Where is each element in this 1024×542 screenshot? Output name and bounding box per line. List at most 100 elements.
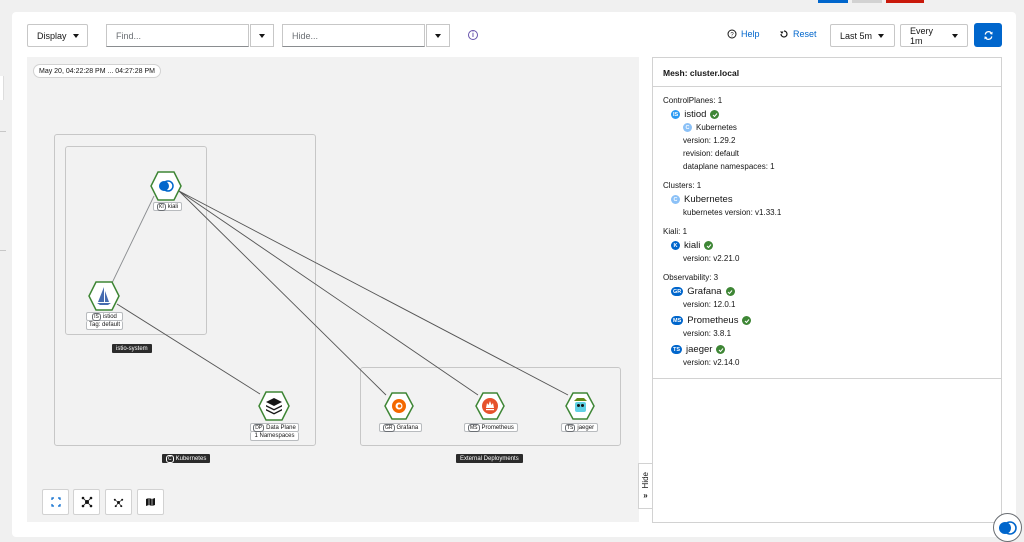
prometheus-node[interactable]	[475, 392, 505, 422]
dataplane-node-label: DP Data Plane	[250, 423, 299, 432]
cluster-badge: C	[683, 123, 692, 132]
hide-input[interactable]: Hide...	[282, 24, 425, 47]
control-plane-name: istiod	[684, 109, 707, 120]
istiod-badge: IS	[671, 110, 681, 119]
grafana-node-name: Grafana	[396, 424, 419, 431]
help-label: Help	[741, 29, 760, 39]
check-circle-icon	[725, 287, 735, 296]
kiali-chat-button[interactable]	[993, 513, 1022, 542]
grafana-name: Grafana	[687, 286, 722, 297]
kiali-badge: K	[671, 241, 680, 250]
kiali-node-name: kiali	[167, 203, 179, 210]
control-planes-header: ControlPlanes: 1	[663, 96, 723, 105]
kiali-version: version: v2.21.0	[683, 254, 740, 263]
chevron-down-icon	[72, 33, 79, 38]
check-circle-icon	[710, 110, 720, 119]
istiod-node[interactable]	[88, 281, 120, 313]
clusters-header: Clusters: 1	[663, 181, 702, 190]
edge-kiali-istiod	[111, 195, 155, 284]
istiod-node-name: istiod	[102, 313, 117, 320]
legend-button[interactable]	[137, 489, 164, 515]
duration-label: Last 5m	[840, 30, 873, 41]
undo-icon	[780, 30, 788, 38]
istio-system-label-text: istio-system	[116, 345, 148, 352]
grafana-icon	[384, 392, 414, 420]
chevron-down-icon	[952, 33, 958, 38]
jaeger-node-label: TS jaeger	[561, 423, 599, 432]
top-strip-red	[886, 0, 924, 3]
info-icon[interactable]: i	[468, 30, 478, 40]
control-plane-cluster-row: C Kubernetes	[683, 121, 991, 134]
kubernetes-box-label: C Kubernetes	[162, 454, 211, 463]
chevron-down-icon	[878, 33, 885, 38]
question-circle-icon: ?	[727, 29, 737, 39]
kiali-name: kiali	[684, 240, 701, 251]
hide-panel-label: Hide	[641, 471, 650, 489]
prometheus-node-label: MS Prometheus	[464, 423, 518, 432]
prometheus-badge: MS	[671, 316, 684, 325]
angle-double-right-icon: »	[643, 491, 648, 501]
external-deployments-label: External Deployments	[456, 454, 523, 463]
kubernetes-box-badge: C	[166, 454, 174, 463]
layers-icon	[258, 391, 290, 421]
kiali-node-badge: KI	[157, 202, 166, 211]
control-plane-namespaces: dataplane namespaces: 1	[683, 162, 775, 171]
display-label: Display	[37, 30, 67, 41]
hide-panel-tab[interactable]: Hide »	[638, 463, 652, 509]
observability-prometheus-row[interactable]: MS Prometheus	[671, 314, 991, 327]
observability-grafana-row[interactable]: GR Grafana	[671, 285, 991, 298]
kiali-node[interactable]	[150, 171, 182, 203]
edge-kiali-grafana	[178, 190, 387, 396]
refresh-interval-dropdown[interactable]: Every 1m	[900, 24, 968, 47]
prometheus-version: version: 3.8.1	[683, 329, 732, 338]
hide-options-button[interactable]	[426, 24, 450, 47]
control-plane-cluster: Kubernetes	[696, 123, 737, 132]
mesh-graph[interactable]: May 20, 04:22:28 PM ... 04:27:28 PM KI k…	[27, 57, 639, 522]
reset-label: Reset	[793, 29, 817, 39]
left-edge-tab[interactable]	[0, 76, 4, 100]
duration-dropdown[interactable]: Last 5m	[830, 24, 895, 47]
istiod-node-badge: IS	[92, 312, 101, 321]
check-circle-icon	[704, 241, 714, 250]
cluster-badge: C	[671, 195, 680, 204]
dataplane-node-sublabel: 1 Namespaces	[250, 432, 299, 441]
mesh-details-panel: Mesh: cluster.local ControlPlanes: 1 IS …	[652, 57, 1002, 523]
help-link[interactable]: ? Help	[727, 29, 760, 39]
kiali-row[interactable]: K kiali	[671, 239, 991, 252]
edge-kiali-jaeger	[178, 190, 569, 396]
observability-jaeger-row[interactable]: TS jaeger	[671, 343, 991, 356]
topology-icon	[81, 496, 92, 508]
prometheus-node-badge: MS	[468, 423, 480, 432]
top-strip-gray	[852, 0, 882, 3]
kiali-node-label: KI kiali	[153, 202, 183, 211]
jaeger-name: jaeger	[686, 344, 713, 355]
cluster-icon	[113, 498, 124, 507]
istio-system-label: istio-system	[112, 344, 152, 353]
dataplane-node[interactable]	[258, 391, 290, 423]
cluster-version: kubernetes version: v1.33.1	[683, 208, 782, 217]
external-deployments-label-text: External Deployments	[460, 455, 519, 462]
cluster-row[interactable]: C Kubernetes	[671, 193, 991, 206]
find-options-button[interactable]	[250, 24, 274, 47]
display-dropdown[interactable]: Display	[27, 24, 88, 47]
fit-to-screen-button[interactable]	[42, 489, 69, 515]
hexagon-istio-sail-icon	[88, 281, 120, 311]
refresh-button[interactable]	[974, 23, 1002, 47]
edge-kiali-prometheus	[178, 190, 479, 396]
cluster-name: Kubernetes	[684, 194, 733, 205]
reset-link[interactable]: Reset	[779, 29, 817, 39]
kubernetes-box-label-text: Kubernetes	[175, 455, 207, 462]
control-plane-row[interactable]: IS istiod	[671, 108, 991, 121]
top-strip	[0, 0, 1024, 12]
expand-icon	[50, 497, 61, 507]
jaeger-node[interactable]	[565, 392, 595, 422]
control-plane-version: version: 1.29.2	[683, 136, 736, 145]
jaeger-node-name: jaeger	[577, 424, 595, 431]
layout-alt-button[interactable]	[105, 489, 132, 515]
grafana-node[interactable]	[384, 392, 414, 422]
kiali-header: Kiali: 1	[663, 227, 688, 236]
prometheus-icon	[475, 392, 505, 420]
layout-default-button[interactable]	[73, 489, 100, 515]
find-input[interactable]: Find...	[106, 24, 249, 47]
hide-placeholder: Hide...	[292, 30, 319, 41]
